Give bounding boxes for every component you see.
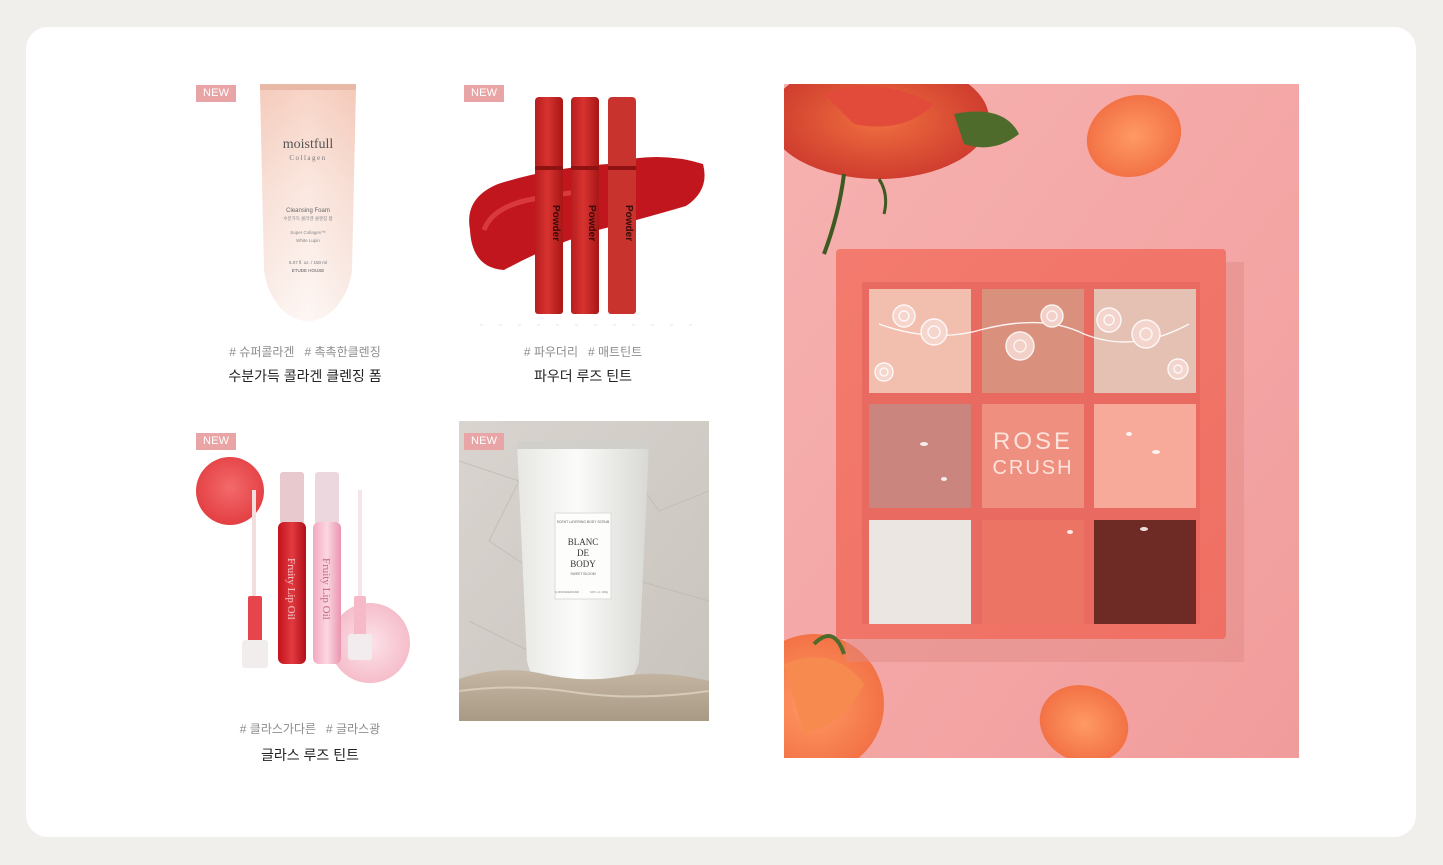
tag[interactable]: # 글라스광 xyxy=(326,722,380,736)
new-badge: NEW xyxy=(196,85,237,102)
new-badge: NEW xyxy=(464,433,505,450)
product-name[interactable]: 파우더 루즈 틴트 xyxy=(458,366,708,386)
bottle-label: Fruity Lip Oil xyxy=(320,558,332,620)
product-tags: # 클라스가다른 # 글라스광 xyxy=(190,720,430,737)
palette-text-2: CRUSH xyxy=(992,457,1073,479)
product-card-glass-rouge-tint[interactable]: Fruity Lip Oil Fruity Lip Oil NEW # 클라스가… xyxy=(190,428,430,768)
tube-sub: SWEET BLOOM xyxy=(570,572,595,576)
product-image[interactable]: Powder Powder Powder xyxy=(458,80,708,335)
product-card-powder-rouge-tint[interactable]: Powder Powder Powder NEW # 파우더리 # 매트틴트 파우… xyxy=(458,80,708,390)
tube-maker: ETUDE HOUSE xyxy=(292,268,325,273)
tube-label: Powder xyxy=(623,205,634,241)
tube-korean: 수분가득 콜라겐 클렌징 폼 xyxy=(283,215,332,222)
palette-banner-image: ROSE CRUSH xyxy=(784,84,1299,758)
tube-sub: Collagen xyxy=(289,154,326,162)
product-image[interactable]: SCENT LAYERING BODY SCRUB BLANC DE BODY … xyxy=(459,421,709,721)
lip-tint-image: Powder Powder Powder xyxy=(469,97,705,326)
tube-line1: Super Collagen™ xyxy=(290,230,326,235)
tag[interactable]: # 촉촉한클렌징 xyxy=(304,345,380,359)
new-badge: NEW xyxy=(464,85,505,102)
product-card-body-scrub[interactable]: SCENT LAYERING BODY SCRUB BLANC DE BODY … xyxy=(459,421,709,721)
tag[interactable]: # 클라스가다른 xyxy=(240,722,316,736)
tube-volume: 5.07 fl. oz. / 150 ml xyxy=(289,260,327,265)
product-card-cleansing-foam[interactable]: moistfull Collagen Cleansing Foam 수분가득 콜… xyxy=(190,80,420,390)
tube-line1: BLANC xyxy=(568,537,599,547)
tag[interactable]: # 매트틴트 xyxy=(588,345,642,359)
tube-top: SCENT LAYERING BODY SCRUB xyxy=(557,520,610,524)
product-name[interactable]: 수분가득 콜라겐 클렌징 폼 xyxy=(190,366,420,386)
bottle-label: Fruity Lip Oil xyxy=(285,558,297,620)
tag[interactable]: # 슈퍼콜라겐 xyxy=(229,345,294,359)
product-tags: # 파우더리 # 매트틴트 xyxy=(458,343,708,360)
tube-type: Cleansing Foam xyxy=(286,208,330,214)
body-scrub-image: SCENT LAYERING BODY SCRUB BLANC DE BODY … xyxy=(459,421,709,721)
tube-label: Powder xyxy=(550,205,561,241)
product-tags: # 슈퍼콜라겐 # 촉촉한클렌징 xyxy=(190,343,420,360)
tube-label: Powder xyxy=(586,205,597,241)
product-name[interactable]: 글라스 루즈 틴트 xyxy=(190,745,430,765)
palette-text-1: ROSE xyxy=(993,428,1073,455)
feature-banner-rose-crush-palette[interactable]: ROSE CRUSH xyxy=(784,84,1299,758)
product-image[interactable]: Fruity Lip Oil Fruity Lip Oil xyxy=(190,428,430,688)
tube-line3: BODY xyxy=(570,559,596,569)
tube-brand: moistfull xyxy=(283,137,334,152)
new-badge: NEW xyxy=(196,433,237,450)
product-image[interactable]: moistfull Collagen Cleansing Foam 수분가득 콜… xyxy=(190,80,420,335)
tube-volume: 6.8 fl. oz / 200g xyxy=(590,590,608,594)
tube-line2: White Lupin xyxy=(296,238,320,243)
cleansing-foam-tube-image: moistfull Collagen Cleansing Foam 수분가득 콜… xyxy=(260,84,356,322)
tube-maker: by ROUNDAROUND xyxy=(555,590,579,594)
tube-line2: DE xyxy=(577,548,589,558)
lip-oil-image: Fruity Lip Oil Fruity Lip Oil xyxy=(196,457,410,683)
tag[interactable]: # 파우더리 xyxy=(524,345,578,359)
